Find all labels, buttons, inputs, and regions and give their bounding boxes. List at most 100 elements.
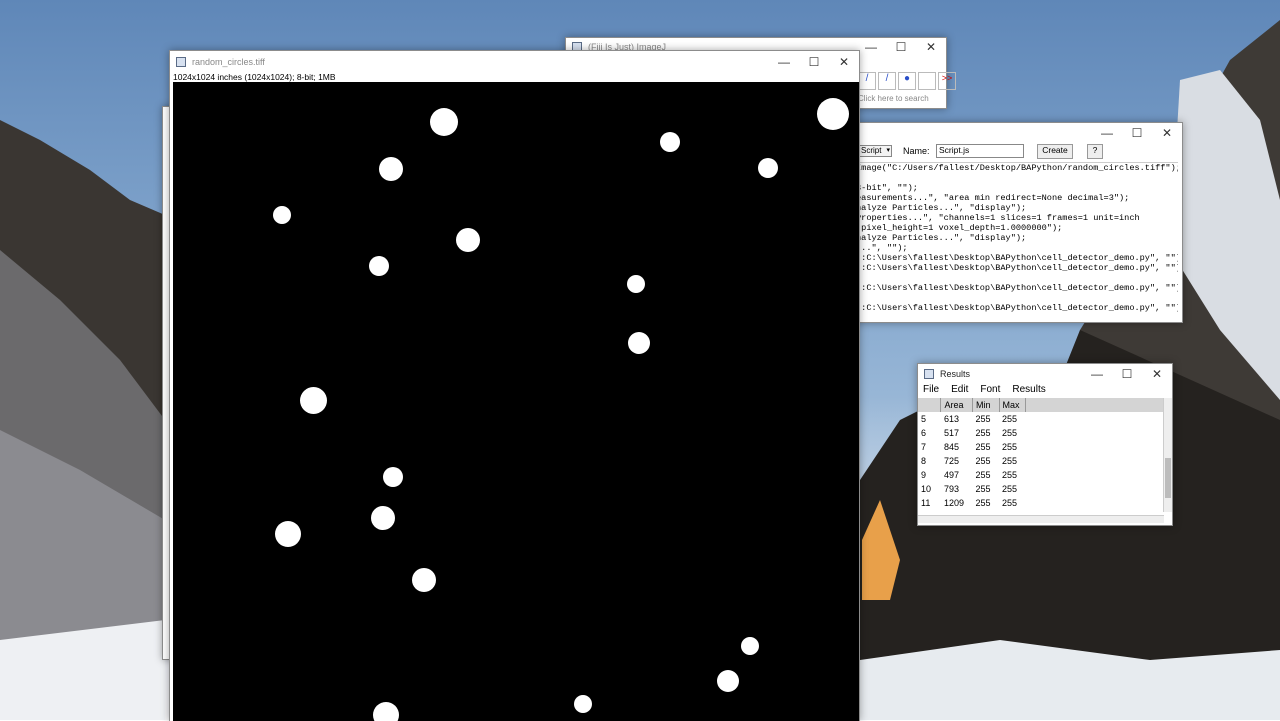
results-table-body: 5 613 255 255 6 517 255 255 7 845 255 255 8 725 255 255…	[918, 412, 1164, 510]
results-title: Results	[940, 369, 971, 379]
table-cell: 8	[921, 456, 927, 466]
image-window[interactable]: random_circles.tiff — ☐ ✕ 1024x1024 inch…	[169, 50, 860, 721]
table-row[interactable]: 10 793 255 255	[918, 482, 1164, 496]
more-tools-button[interactable]: >>	[938, 72, 956, 90]
table-row[interactable]: 7 845 255 255	[918, 440, 1164, 454]
column-header[interactable]	[918, 398, 942, 412]
table-cell: 613	[943, 414, 959, 424]
table-cell: 497	[943, 470, 959, 480]
table-cell-filler	[1026, 496, 1164, 510]
table-cell: 11	[921, 498, 931, 508]
particle	[741, 637, 759, 655]
table-row[interactable]: 6 517 255 255	[918, 426, 1164, 440]
code-line: Image("C:/Users/fallest/Desktop/BAPython…	[856, 163, 1178, 173]
table-cell: 255	[975, 428, 991, 438]
table-cell: 255	[975, 470, 991, 480]
table-cell-filler	[1026, 454, 1164, 468]
table-cell: 255	[1002, 414, 1018, 424]
maximize-button[interactable]: ☐	[1112, 364, 1142, 384]
column-header[interactable]: Max	[999, 398, 1027, 412]
script-name-input[interactable]: Script.js	[936, 144, 1024, 158]
table-row[interactable]: 5 613 255 255	[918, 412, 1164, 426]
particle	[758, 158, 778, 178]
close-button[interactable]: ✕	[916, 38, 946, 56]
imagej-toolbar: / / ● >>	[858, 72, 956, 90]
particle	[379, 157, 403, 181]
code-line: ::C:\Users\fallest\Desktop\BAPython\cell…	[856, 253, 1178, 263]
minimize-button[interactable]: —	[856, 38, 886, 56]
image-canvas[interactable]	[173, 82, 859, 721]
code-line: Properties...", "channels=1 slices=1 fra…	[856, 213, 1140, 223]
table-cell-filler	[1026, 412, 1164, 426]
table-cell: 255	[1002, 442, 1018, 452]
code-line: pixel_height=1 voxel_depth=1.0000000");	[856, 223, 1063, 233]
particle	[660, 132, 680, 152]
tool-dropper-icon[interactable]: ●	[898, 72, 916, 90]
vertical-scrollbar[interactable]	[1163, 398, 1172, 512]
close-button[interactable]: ✕	[829, 51, 859, 73]
script-editor-window[interactable]: — ☐ ✕ Script ▾ Name: Script.js Create ? …	[855, 122, 1183, 323]
table-cell: 793	[943, 484, 959, 494]
image-titlebar[interactable]: random_circles.tiff — ☐ ✕	[170, 51, 859, 73]
minimize-button[interactable]: —	[1082, 364, 1112, 384]
script-editor-titlebar[interactable]: — ☐ ✕	[856, 123, 1182, 143]
table-cell-filler	[1026, 440, 1164, 454]
scrollbar-thumb[interactable]	[1165, 458, 1171, 498]
results-table: Area Min Max 5 613 255 255 6 517 255 255 7 845 255…	[918, 398, 1164, 510]
image-info: 1024x1024 inches (1024x1024); 8-bit; 1MB	[173, 72, 336, 82]
menu-file[interactable]: File	[923, 384, 939, 395]
code-line: nalyze Particles...", "display");	[856, 233, 1027, 243]
tool-empty-slot[interactable]	[918, 72, 936, 90]
maximize-button[interactable]: ☐	[1122, 123, 1152, 143]
particle	[275, 521, 301, 547]
table-cell: 255	[975, 456, 991, 466]
chevron-down-icon: ▾	[886, 147, 890, 154]
close-button[interactable]: ✕	[1152, 123, 1182, 143]
particle	[369, 256, 389, 276]
table-row[interactable]: 11 1209 255 255	[918, 496, 1164, 510]
search-bar[interactable]: Click here to search	[858, 94, 929, 103]
code-line: easurements...", "area min redirect=None…	[856, 193, 1130, 203]
code-line: nalyze Particles...", "display");	[856, 203, 1027, 213]
maximize-button[interactable]: ☐	[799, 51, 829, 73]
tool-pen-icon[interactable]: /	[878, 72, 896, 90]
results-window[interactable]: Results — ☐ ✕ File Edit Font Results Are…	[917, 363, 1173, 526]
column-header[interactable]: Area	[940, 398, 973, 412]
table-row[interactable]: 8 725 255 255	[918, 454, 1164, 468]
create-button[interactable]: Create	[1037, 144, 1073, 159]
table-cell: 10	[921, 484, 932, 494]
results-header-row: Area Min Max	[918, 398, 1164, 412]
table-cell: 6	[921, 428, 927, 438]
table-cell: 845	[943, 442, 959, 452]
column-header[interactable]: Min	[972, 398, 1000, 412]
table-cell: 255	[975, 484, 991, 494]
minimize-button[interactable]: —	[769, 51, 799, 73]
script-code-area[interactable]: Image("C:/Users/fallest/Desktop/BAPython…	[856, 162, 1178, 319]
code-line: ::C:\Users\fallest\Desktop\BAPython\cell…	[856, 263, 1178, 273]
horizontal-scrollbar[interactable]	[918, 515, 1164, 523]
code-line: ::C:\Users\fallest\Desktop\BAPython\cell…	[856, 283, 1178, 293]
particle	[371, 506, 395, 530]
table-cell: 255	[1002, 484, 1018, 494]
menu-results[interactable]: Results	[1012, 384, 1045, 395]
results-titlebar[interactable]: Results — ☐ ✕	[918, 364, 1172, 384]
close-button[interactable]: ✕	[1142, 364, 1172, 384]
table-cell-filler	[1026, 482, 1164, 496]
menu-font[interactable]: Font	[980, 384, 1000, 395]
maximize-button[interactable]: ☐	[886, 38, 916, 56]
help-button[interactable]: ?	[1087, 144, 1103, 159]
particle	[574, 695, 592, 713]
results-icon	[924, 369, 934, 379]
particle	[383, 467, 403, 487]
menu-edit[interactable]: Edit	[951, 384, 968, 395]
table-cell: 7	[921, 442, 927, 452]
tool-brush-icon[interactable]: /	[858, 72, 876, 90]
table-row[interactable]: 9 497 255 255	[918, 468, 1164, 482]
table-cell: 255	[1002, 456, 1018, 466]
minimize-button[interactable]: —	[1092, 123, 1122, 143]
particle	[817, 98, 849, 130]
language-select[interactable]: Script ▾	[858, 145, 892, 157]
particle	[273, 206, 291, 224]
code-line: 3-bit", "");	[856, 183, 918, 193]
